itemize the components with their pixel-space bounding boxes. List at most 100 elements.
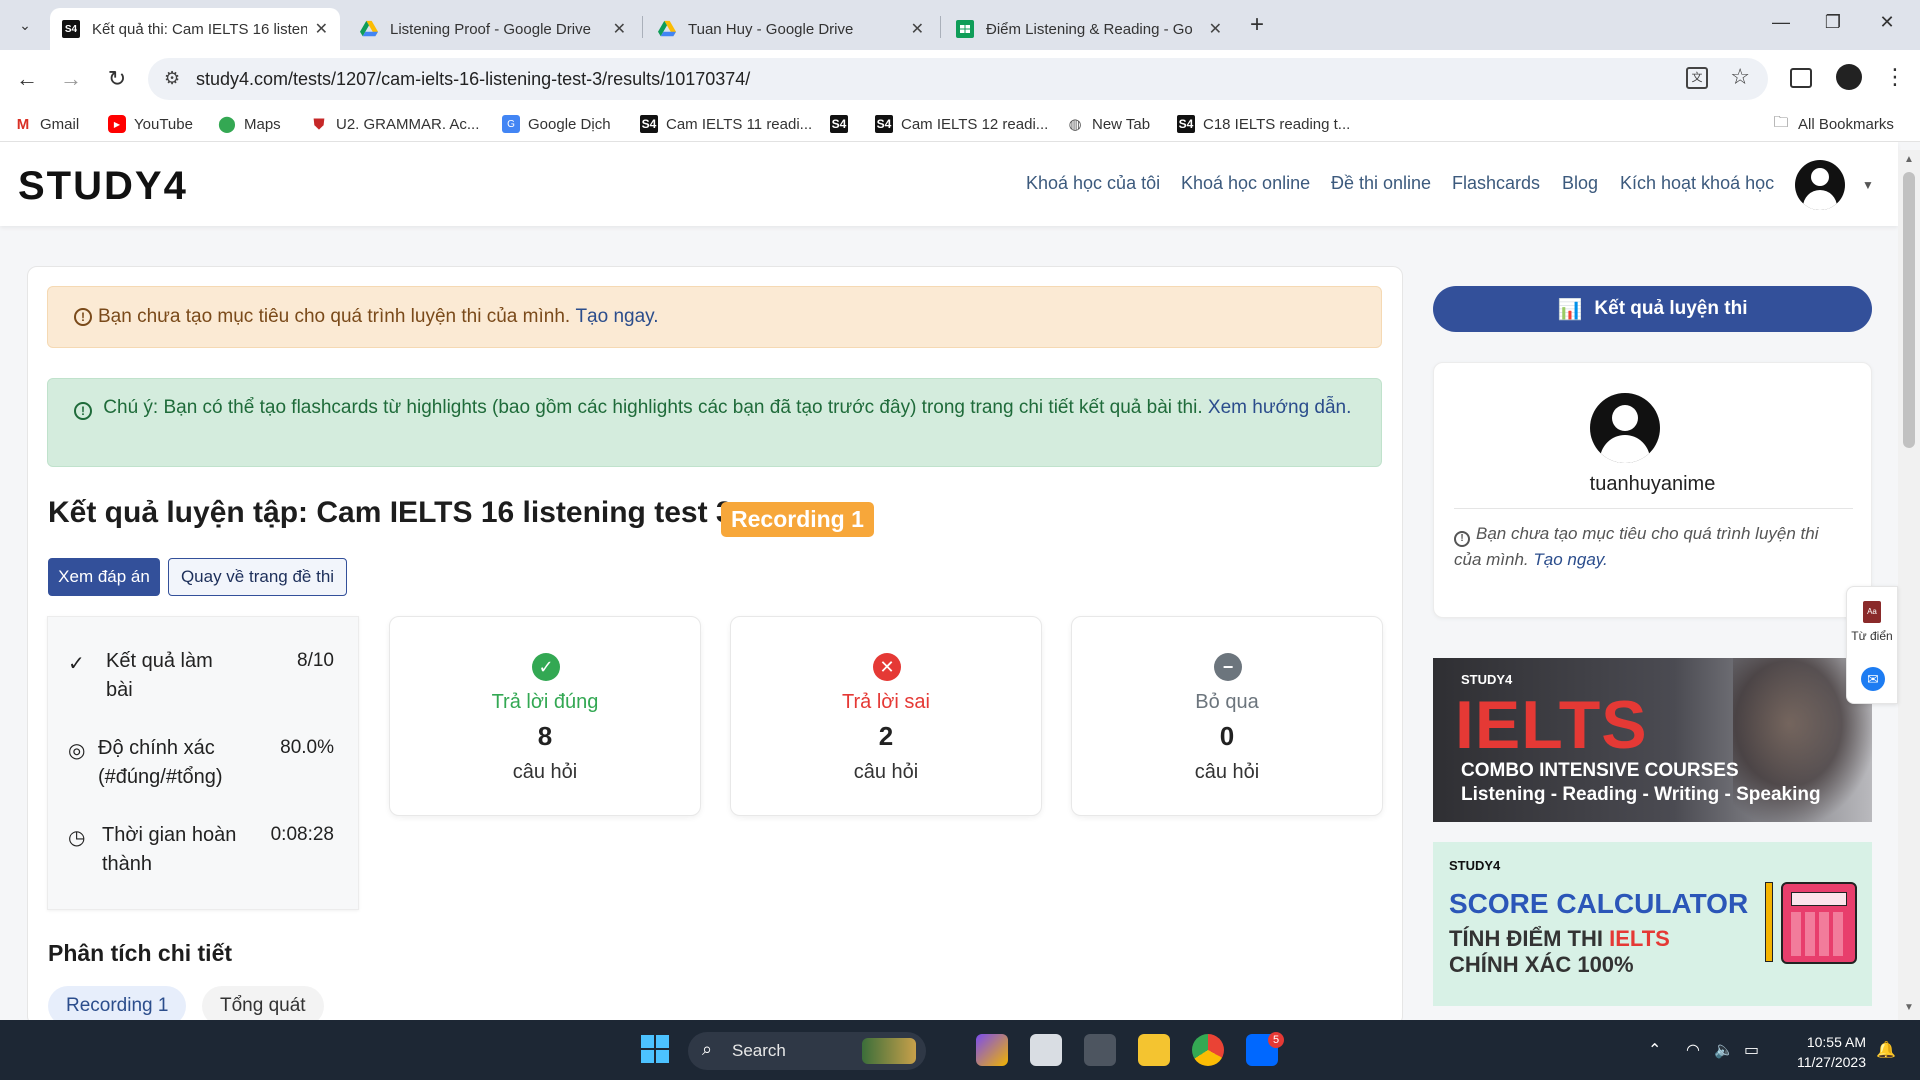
tab-tuan-huy-drive[interactable]: Tuan Huy - Google Drive ✕ [646, 8, 936, 50]
bookmark-maps[interactable]: ⬤ Maps [218, 115, 281, 134]
tab-listening-proof[interactable]: Listening Proof - Google Drive ✕ [348, 8, 638, 50]
guide-link[interactable]: Xem hướng dẫn. [1208, 397, 1351, 418]
dictionary-label[interactable]: Từ điển [1847, 629, 1897, 643]
back-to-test-button[interactable]: Quay về trang đề thi [168, 558, 347, 596]
banner-skills: Listening - Reading - Writing - Speaking [1461, 784, 1821, 805]
nav-blog[interactable]: Blog [1562, 173, 1598, 194]
app-icon[interactable] [1084, 1034, 1116, 1066]
nav-my-courses[interactable]: Khoá học của tôi [1026, 173, 1160, 194]
url-bar[interactable]: ⚙ study4.com/tests/1207/cam-ielts-16-lis… [148, 58, 1768, 100]
google-drive-icon [360, 20, 378, 37]
goal-note: ! Bạn chưa tạo mục tiêu cho quá trình luy… [1454, 521, 1834, 573]
info-text: Chú ý: Bạn có thể tạo flashcards từ high… [103, 397, 1203, 418]
close-icon[interactable]: ✕ [315, 19, 328, 39]
bookmark-label: Cam IELTS 11 readi... [666, 115, 813, 133]
study4-icon: S4 [875, 115, 893, 133]
summary-time-value: 0:08:28 [270, 824, 334, 845]
bookmark-star-icon[interactable]: ☆ [1730, 64, 1750, 90]
chrome-icon[interactable] [1192, 1034, 1224, 1066]
bookmark-gmail[interactable]: M Gmail [14, 115, 79, 133]
summary-label: Thời gian hoàn thành [102, 824, 237, 875]
nav-flashcards[interactable]: Flashcards [1452, 173, 1540, 194]
wifi-icon[interactable]: ◠ [1686, 1040, 1700, 1060]
restore-icon[interactable]: ❐ [1818, 12, 1848, 33]
study4-icon: S4 [830, 115, 848, 133]
reload-icon[interactable]: ↻ [102, 64, 132, 94]
scroll-down-icon[interactable]: ▼ [1904, 1002, 1914, 1013]
scroll-thumb[interactable] [1903, 172, 1915, 448]
task-view-icon[interactable] [1030, 1034, 1062, 1066]
site-info-icon[interactable]: ⚙ [164, 68, 180, 89]
close-icon[interactable]: ✕ [613, 19, 626, 39]
scroll-up-icon[interactable]: ▲ [1904, 154, 1914, 165]
page-scrollbar[interactable]: ▲ ▼ [1898, 150, 1920, 1020]
tab-search-button[interactable]: ⌄ [10, 10, 40, 40]
close-icon[interactable]: ✕ [911, 19, 924, 39]
create-goal-link[interactable]: Tạo ngay. [575, 306, 658, 328]
bookmark-youtube[interactable]: ▶ YouTube [108, 115, 193, 133]
tab-study4-results[interactable]: S4 Kết quả thi: Cam IELTS 16 listen ✕ [50, 8, 340, 50]
bookmark-cam-ielts-12[interactable]: S4 Cam IELTS 12 readi... [875, 115, 1048, 133]
profile-card: tuanhuyanime ! Bạn chưa tạo mục tiêu cho … [1433, 362, 1872, 618]
file-explorer-icon[interactable] [1138, 1034, 1170, 1066]
minimize-icon[interactable]: — [1766, 12, 1796, 33]
bookmark-grammar[interactable]: ⛊ U2. GRAMMAR. Ac... [310, 115, 479, 133]
site-logo[interactable]: STUDY4 [18, 164, 188, 209]
tab-label: Điểm Listening & Reading - Go [986, 20, 1193, 38]
bookmark-study4[interactable]: S4 [830, 115, 856, 133]
practice-results-button[interactable]: 📊 Kết quả luyện thi [1433, 286, 1872, 332]
nav-activate-course[interactable]: Kích hoạt khoá học [1620, 173, 1774, 194]
speaker-icon[interactable]: 🔈 [1714, 1040, 1734, 1060]
bookmark-label: Cam IELTS 12 readi... [901, 115, 1049, 133]
folder-icon: 🗀 [1773, 113, 1789, 131]
tab-diem-listening[interactable]: Điểm Listening & Reading - Go ✕ [944, 8, 1234, 50]
stat-label: Trả lời sai [842, 691, 930, 713]
create-goal-link[interactable]: Tạo ngay. [1533, 550, 1607, 569]
bell-icon[interactable]: 🔔 [1876, 1040, 1896, 1060]
bookmark-new-tab[interactable]: ◍ New Tab [1066, 115, 1150, 134]
youtube-icon: ▶ [108, 115, 126, 133]
new-tab-button[interactable]: + [1241, 10, 1273, 42]
banner-brand: STUDY4 [1449, 858, 1501, 873]
bookmark-c18-ielts[interactable]: S4 C18 IELTS reading t... [1177, 115, 1350, 133]
dictionary-icon[interactable]: Aa [1863, 601, 1881, 623]
score-calculator-banner[interactable]: STUDY4 SCORE CALCULATOR TÍNH ĐIỂM THI IE… [1433, 842, 1872, 1006]
tab-separator [642, 16, 643, 38]
more-menu-icon[interactable]: ⋮ [1884, 64, 1906, 90]
result-summary: ✓ Kết quả làm bài 8/10 ◎ Độ chính xác (#… [47, 616, 359, 910]
profile-icon[interactable] [1836, 64, 1862, 90]
messenger-icon[interactable]: ✉ [1861, 667, 1885, 691]
bookmark-cam-ielts-11[interactable]: S4 Cam IELTS 11 readi... [640, 115, 812, 133]
close-icon[interactable]: ✕ [1209, 19, 1222, 39]
back-arrow-icon[interactable]: ← [12, 64, 42, 94]
forward-arrow-icon[interactable]: → [56, 64, 86, 94]
url-text[interactable]: study4.com/tests/1207/cam-ielts-16-liste… [196, 69, 750, 90]
summary-score-value: 8/10 [297, 650, 334, 671]
nav-online-courses[interactable]: Khoá học online [1181, 173, 1310, 194]
bookmarks-bar: M Gmail ▶ YouTube ⬤ Maps ⛊ U2. GRAMMAR. … [0, 108, 1920, 142]
chevron-up-icon[interactable]: ⌃ [1648, 1040, 1661, 1060]
side-panel-icon[interactable] [1790, 68, 1812, 88]
search-label: Search [732, 1041, 786, 1060]
user-avatar[interactable] [1795, 160, 1845, 210]
chevron-down-icon[interactable]: ▼ [1862, 178, 1874, 192]
ielts-combo-banner[interactable]: STUDY4 IELTS COMBO INTENSIVE COURSES Lis… [1433, 658, 1872, 822]
bookmark-google-dich[interactable]: G Google Dịch [502, 115, 611, 133]
banner-text-highlight: IELTS [1609, 926, 1670, 951]
copilot-icon[interactable] [976, 1034, 1008, 1066]
stat-count: 0 [1219, 721, 1235, 751]
translate-icon[interactable]: 文 [1686, 67, 1708, 89]
all-bookmarks[interactable]: 🗀 All Bookmarks [1772, 113, 1893, 133]
check-icon: ✓ [68, 653, 85, 675]
battery-icon[interactable]: ▭ [1744, 1040, 1759, 1060]
view-answers-button[interactable]: Xem đáp án [48, 558, 160, 596]
taskbar-search[interactable]: ⌕ Search [688, 1032, 926, 1070]
study4-icon: S4 [640, 115, 658, 133]
windows-start-icon[interactable] [641, 1035, 669, 1063]
bookmark-label: U2. GRAMMAR. Ac... [336, 115, 480, 133]
system-clock[interactable]: 10:55 AM 11/27/2023 [1786, 1032, 1866, 1072]
window-close-icon[interactable]: ✕ [1872, 12, 1902, 33]
summary-label: Độ chính xác (#đúng/#tổng) [98, 737, 223, 788]
avatar[interactable] [1590, 393, 1660, 463]
nav-online-tests[interactable]: Đề thi online [1331, 173, 1431, 194]
